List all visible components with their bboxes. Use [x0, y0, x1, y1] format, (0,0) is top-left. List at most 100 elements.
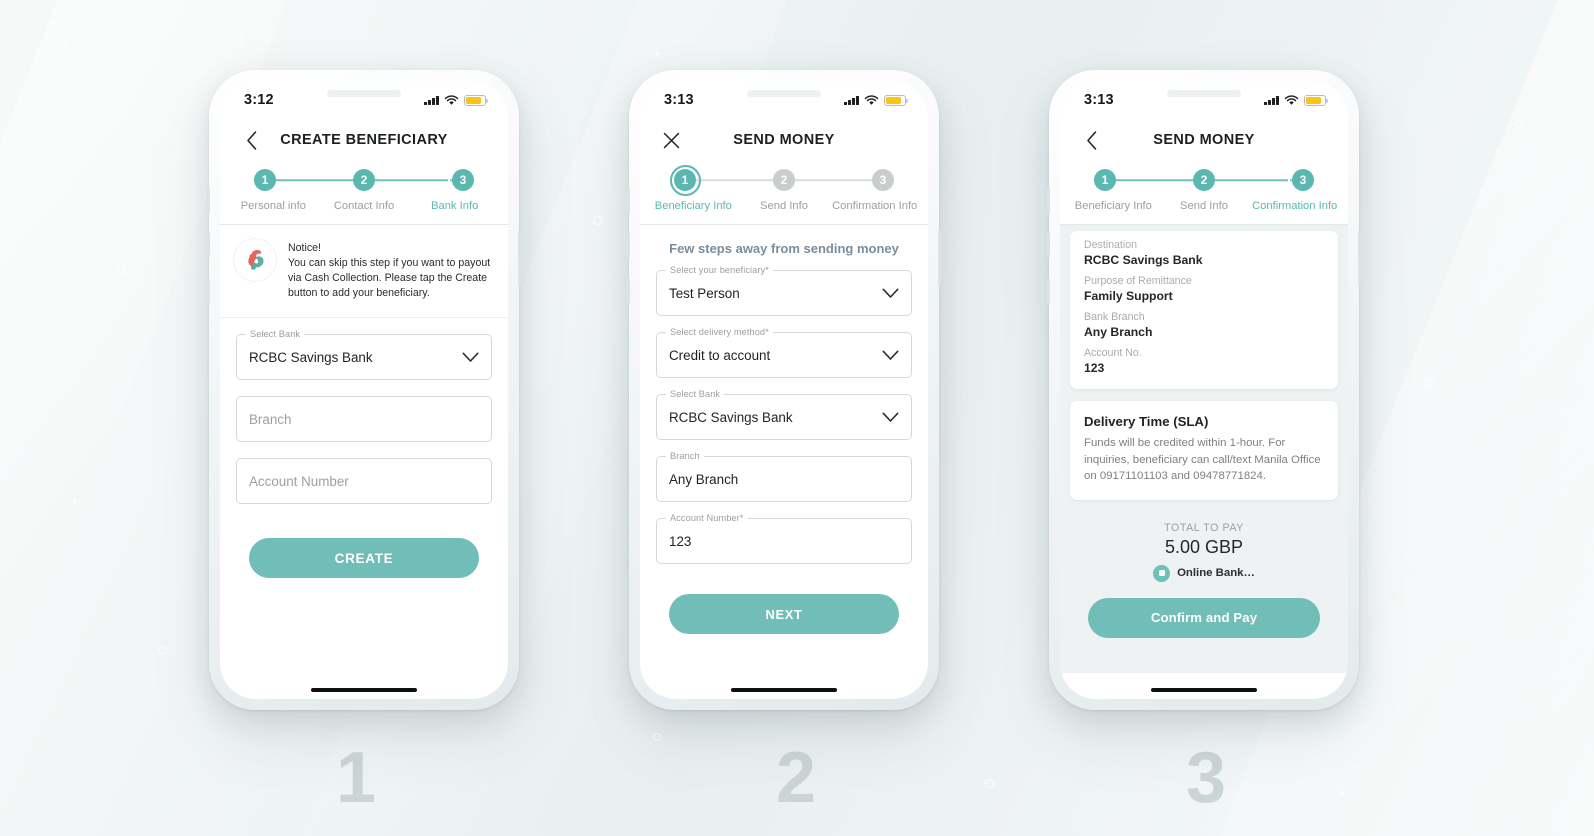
detail-key-bank-branch: Bank Branch	[1084, 311, 1145, 323]
chevron-down-icon[interactable]	[461, 348, 479, 366]
stepper-send-money: 1 2 3 Beneficiary Info Send Info Confirm…	[640, 161, 928, 225]
decor-circle-icon	[1515, 120, 1523, 128]
detail-key-account-no: Account No.	[1084, 347, 1142, 359]
cellular-bars-icon	[1264, 95, 1279, 105]
detail-key-purpose: Purpose of Remittance	[1084, 275, 1192, 287]
step-dot-3[interactable]: 3	[1287, 164, 1319, 196]
step-number: 2	[1200, 173, 1208, 187]
select-bank-value: RCBC Savings Bank	[249, 349, 373, 365]
decor-circle-icon	[653, 733, 661, 741]
notice-card: Notice! You can skip this step if you wa…	[220, 225, 508, 319]
status-clock: 3:13	[664, 92, 694, 108]
notch	[747, 90, 821, 97]
cellular-bars-icon	[424, 95, 439, 105]
step-number: 2	[360, 173, 368, 187]
brand-mascot-icon	[234, 239, 276, 281]
decor-circle-icon	[1425, 379, 1434, 388]
select-bank-label: Select Bank	[246, 329, 305, 340]
select-bank-label: Select Bank	[666, 389, 725, 399]
stepper-create-beneficiary: 1 2 3 Personal info Contact Info Bank In…	[220, 161, 508, 225]
cellular-bars-icon	[844, 95, 859, 105]
step-dot-2[interactable]: 2	[1193, 169, 1215, 191]
status-bar: 3:13	[1060, 81, 1348, 119]
status-bar: 3:13	[640, 81, 928, 119]
bank-info-form: Select Bank RCBC Savings Bank Branch Acc…	[220, 318, 508, 579]
chevron-down-icon[interactable]	[881, 284, 899, 302]
decor-plus-icon: +	[62, 37, 71, 54]
next-button[interactable]: NEXT	[669, 594, 899, 634]
decor-circle-icon	[593, 216, 602, 225]
select-beneficiary-label: Select your beneficiary*	[666, 265, 773, 275]
step-label-confirmation-info: Confirmation Info	[1252, 200, 1338, 212]
chevron-left-icon[interactable]	[238, 127, 264, 153]
sla-description: Funds will be credited within 1-hour. Fo…	[1084, 437, 1321, 483]
account-number-field[interactable]: Account Number* 123	[656, 513, 912, 564]
sla-title: Delivery Time (SLA)	[1084, 414, 1209, 429]
bg-step-number-3: 3	[1186, 738, 1227, 818]
step-number: 1	[261, 173, 269, 187]
account-number-label: Account Number*	[666, 513, 748, 523]
transaction-details-card: Destination RCBC Savings Bank Purpose of…	[1070, 231, 1338, 389]
notch	[1167, 90, 1241, 97]
step-dot-1[interactable]: 1	[1094, 169, 1116, 191]
select-delivery-method-field[interactable]: Select delivery method* Credit to accoun…	[656, 327, 912, 378]
step-label-personal-info: Personal info	[240, 200, 306, 212]
step-label-send-info: Send Info	[1180, 200, 1228, 212]
nav-bar: SEND MONEY	[640, 119, 928, 161]
branch-placeholder: Branch	[249, 411, 292, 427]
step-dot-3[interactable]: 3	[447, 164, 479, 196]
select-delivery-method-label: Select delivery method*	[666, 327, 773, 337]
tagline: Few steps away from sending money	[669, 241, 899, 256]
battery-low-power-icon	[464, 94, 488, 106]
select-bank-field[interactable]: Select Bank RCBC Savings Bank	[236, 329, 492, 381]
payment-method-row[interactable]: Online Bank…	[1070, 564, 1338, 582]
detail-value-bank-branch: Any Branch	[1084, 325, 1153, 339]
phone-mockup-1: 3:12 CREATE BENEFICIARY 1 2 3 Personal i…	[207, 70, 521, 710]
notch	[327, 90, 401, 97]
branch-field[interactable]: Branch	[236, 396, 492, 443]
branch-field[interactable]: Branch Any Branch	[656, 451, 912, 502]
step-number: 2	[780, 173, 788, 187]
decor-circle-icon	[236, 37, 244, 45]
decor-plus-icon: +	[70, 493, 79, 510]
step-dot-2[interactable]: 2	[353, 169, 375, 191]
decor-circle-icon	[158, 646, 167, 655]
chevron-down-icon[interactable]	[881, 346, 899, 364]
home-indicator	[311, 688, 417, 692]
bg-step-number-1: 1	[336, 738, 377, 818]
detail-value-destination: RCBC Savings Bank	[1084, 253, 1203, 267]
battery-low-power-icon	[884, 94, 908, 106]
status-clock: 3:13	[1084, 92, 1114, 108]
decor-plus-icon: +	[1338, 785, 1347, 802]
step-dot-3[interactable]: 3	[872, 169, 894, 191]
step-label-contact-info: Contact Info	[333, 200, 395, 212]
select-delivery-method-value: Credit to account	[669, 347, 771, 363]
account-number-field[interactable]: Account Number	[236, 458, 492, 505]
account-number-value: 123	[669, 533, 692, 549]
select-beneficiary-value: Test Person	[669, 285, 740, 301]
step-label-confirmation-info: Confirmation Info	[832, 200, 918, 212]
branch-label: Branch	[666, 451, 704, 461]
step-label-bank-info: Bank Info	[431, 200, 479, 212]
step-number: 3	[459, 173, 467, 187]
payment-method-label: Online Bank…	[1177, 567, 1255, 580]
step-dot-1[interactable]: 1	[669, 164, 701, 196]
nav-bar: CREATE BENEFICIARY	[220, 119, 508, 161]
chevron-left-icon[interactable]	[1078, 127, 1104, 153]
notice-message: You can skip this step if you want to pa…	[288, 257, 491, 300]
step-dot-2[interactable]: 2	[773, 169, 795, 191]
step-label-send-info: Send Info	[760, 200, 808, 212]
select-bank-field[interactable]: Select Bank RCBC Savings Bank	[656, 389, 912, 440]
select-beneficiary-field[interactable]: Select your beneficiary* Test Person	[656, 265, 912, 316]
confirm-and-pay-button[interactable]: Confirm and Pay	[1088, 597, 1320, 638]
nav-bar: SEND MONEY	[1060, 119, 1348, 161]
wifi-icon	[864, 94, 879, 105]
confirmation-scroll-area[interactable]: Destination RCBC Savings Bank Purpose of…	[1060, 225, 1348, 638]
notice-title: Notice!	[288, 242, 321, 254]
chevron-down-icon[interactable]	[881, 408, 899, 426]
step-dot-1[interactable]: 1	[254, 169, 276, 191]
create-button[interactable]: CREATE	[249, 538, 479, 579]
detail-value-account-no: 123	[1084, 361, 1105, 375]
step-label-beneficiary-info: Beneficiary Info	[654, 200, 732, 212]
close-x-icon[interactable]	[658, 127, 684, 153]
